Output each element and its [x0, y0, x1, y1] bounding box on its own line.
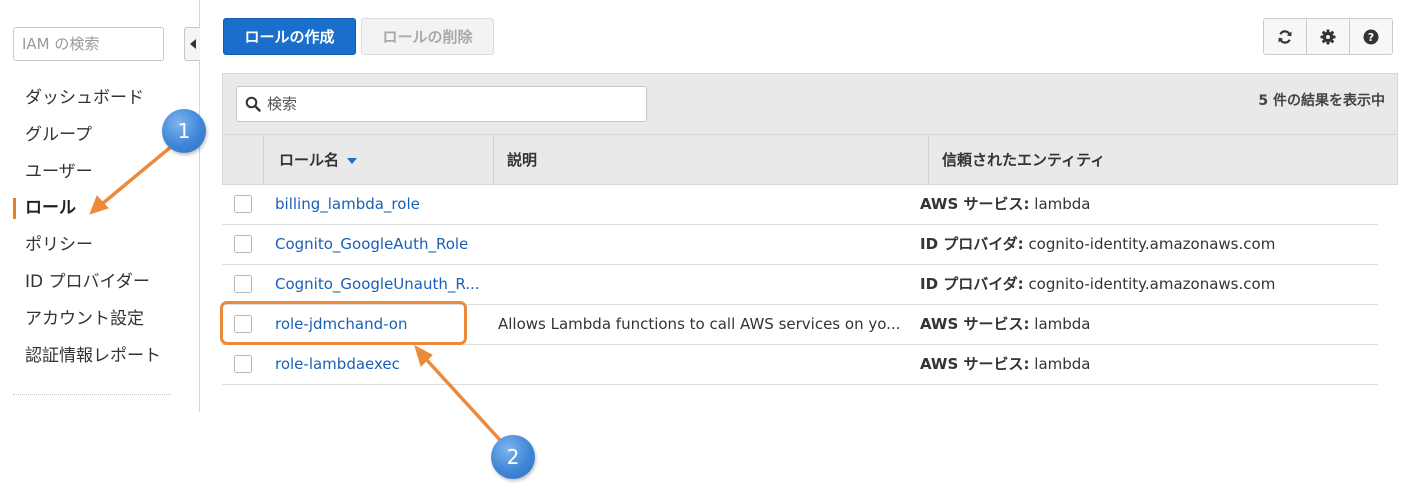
column-separator [493, 135, 494, 185]
trusted-entity: ID プロバイダ: cognito-identity.amazonaws.com [920, 224, 1275, 264]
trusted-entity-value: cognito-identity.amazonaws.com [1028, 235, 1276, 253]
trusted-entity-type: AWS サービス: [920, 315, 1030, 333]
table-row: role-lambdaexec AWS サービス: lambda [222, 344, 1378, 385]
sidebar-item-identity-providers[interactable]: ID プロバイダー [0, 264, 199, 301]
role-search-input[interactable] [267, 87, 637, 121]
refresh-icon [1278, 29, 1292, 44]
table-row: billing_lambda_role AWS サービス: lambda [222, 184, 1378, 225]
sidebar-item-dashboard[interactable]: ダッシュボード [0, 80, 199, 117]
sidebar-item-roles[interactable]: ロール [0, 190, 199, 227]
trusted-entity-type: ID プロバイダ: [920, 275, 1024, 293]
row-checkbox[interactable] [234, 355, 252, 373]
trusted-entity-value: lambda [1034, 355, 1091, 373]
trusted-entity-type: ID プロバイダ: [920, 235, 1024, 253]
create-role-button[interactable]: ロールの作成 [223, 18, 356, 55]
table-header-row: ロール名 説明 信頼されたエンティティ [223, 134, 1397, 185]
sidebar: ダッシュボード グループ ユーザー ロール ポリシー ID プロバイダー アカウ… [0, 0, 200, 412]
settings-button[interactable] [1306, 18, 1350, 55]
column-separator [263, 135, 264, 185]
trusted-entity-value: lambda [1034, 195, 1091, 213]
refresh-button[interactable] [1263, 18, 1307, 55]
role-name-link[interactable]: billing_lambda_role [275, 184, 420, 224]
column-header-role-name[interactable]: ロール名 [279, 135, 358, 185]
collapse-sidebar-button[interactable] [184, 27, 200, 61]
role-name-link[interactable]: Cognito_GoogleAuth_Role [275, 224, 468, 264]
chevron-left-icon [189, 39, 196, 49]
delete-role-button[interactable]: ロールの削除 [361, 18, 494, 55]
sidebar-item-users[interactable]: ユーザー [0, 154, 199, 191]
svg-text:?: ? [1368, 31, 1374, 44]
table-row: Cognito_GoogleUnauth_R... ID プロバイダ: cogn… [222, 264, 1378, 305]
trusted-entity-value: lambda [1034, 315, 1091, 333]
trusted-entity: AWS サービス: lambda [920, 304, 1091, 344]
search-icon [245, 96, 261, 112]
gear-icon [1320, 29, 1336, 44]
column-header-trusted-entity[interactable]: 信頼されたエンティティ [942, 135, 1105, 185]
column-header-description[interactable]: 説明 [507, 135, 537, 185]
toolbar-icon-group: ? [1263, 18, 1393, 55]
trusted-entity-type: AWS サービス: [920, 195, 1030, 213]
sidebar-item-policies[interactable]: ポリシー [0, 227, 199, 264]
annotation-badge-1: 1 [162, 109, 206, 153]
help-icon: ? [1363, 29, 1379, 44]
highlight-box [220, 301, 467, 345]
sidebar-item-credential-report[interactable]: 認証情報レポート [0, 338, 199, 375]
sort-desc-icon [347, 157, 358, 164]
column-header-role-name-label: ロール名 [279, 151, 340, 169]
trusted-entity: AWS サービス: lambda [920, 344, 1091, 384]
sidebar-item-account-settings[interactable]: アカウント設定 [0, 301, 199, 338]
iam-search-input[interactable] [13, 27, 164, 61]
role-name-link[interactable]: role-lambdaexec [275, 344, 400, 384]
sidebar-divider [13, 394, 171, 395]
trusted-entity: ID プロバイダ: cognito-identity.amazonaws.com [920, 264, 1275, 304]
role-filter[interactable] [236, 86, 647, 122]
role-name-link[interactable]: Cognito_GoogleUnauth_R... [275, 264, 480, 304]
trusted-entity-type: AWS サービス: [920, 355, 1030, 373]
annotation-badge-2: 2 [491, 435, 535, 479]
row-checkbox[interactable] [234, 235, 252, 253]
help-button[interactable]: ? [1349, 18, 1393, 55]
trusted-entity-value: cognito-identity.amazonaws.com [1028, 275, 1276, 293]
row-checkbox[interactable] [234, 195, 252, 213]
roles-table-header-panel: 5 件の結果を表示中 ロール名 説明 信頼されたエンティティ [222, 73, 1398, 185]
column-separator [928, 135, 929, 185]
table-row: Cognito_GoogleAuth_Role ID プロバイダ: cognit… [222, 224, 1378, 265]
trusted-entity: AWS サービス: lambda [920, 184, 1091, 224]
result-count: 5 件の結果を表示中 [1258, 93, 1385, 109]
role-description: Allows Lambda functions to call AWS serv… [498, 315, 901, 333]
row-checkbox[interactable] [234, 275, 252, 293]
